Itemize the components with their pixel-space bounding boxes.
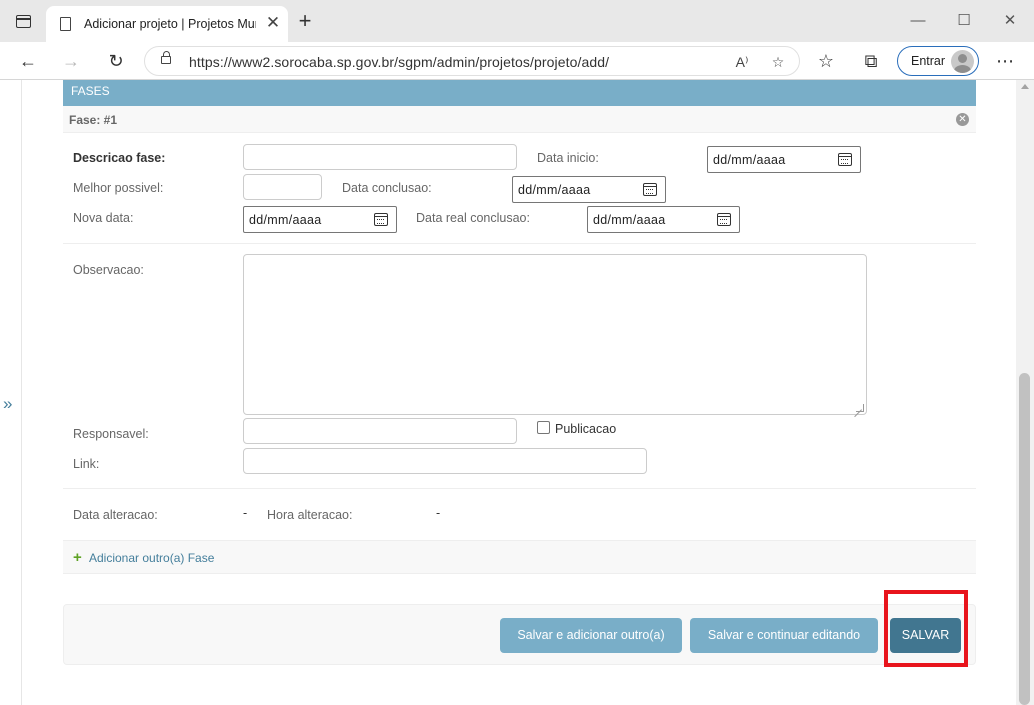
browser-tab[interactable]: Adicionar projeto | Projetos Municipais … — [46, 6, 288, 42]
read-aloud-icon[interactable]: A⁾ — [731, 51, 753, 73]
url-text[interactable]: https://www2.sorocaba.sp.gov.br/sgpm/adm… — [189, 54, 609, 70]
page-content: » FASES Fase: #1 ✕ Descricao fase: Data … — [0, 80, 1034, 705]
tab-title: Adicionar projeto | Projetos Municipais — [84, 17, 256, 31]
calendar-icon[interactable] — [374, 213, 388, 226]
add-another-row: + Adicionar outro(a) Fase — [63, 540, 976, 574]
melhor-possivel-label: Melhor possivel: — [73, 181, 164, 195]
hora-alteracao-label: Hora alteracao: — [267, 508, 353, 522]
hora-alteracao-value: - — [436, 506, 441, 520]
highlight-annotation — [884, 590, 968, 667]
expand-sidebar-button[interactable]: » — [3, 394, 12, 414]
data-alteracao-value: - — [243, 506, 248, 520]
doc-icon — [60, 17, 71, 31]
add-icon[interactable]: + — [73, 550, 82, 565]
add-another-fase-link[interactable]: Adicionar outro(a) Fase — [89, 551, 214, 565]
nova-data-input[interactable]: dd/mm/aaaa — [243, 206, 397, 233]
back-arrow-icon[interactable]: ← — [15, 49, 41, 73]
resize-handle[interactable] — [856, 404, 864, 412]
plus-icon[interactable]: + — [294, 10, 316, 32]
date-placeholder: dd/mm/aaaa — [593, 213, 666, 227]
descricao-fase-input[interactable] — [243, 144, 517, 170]
forward-arrow-icon[interactable]: → — [58, 49, 84, 73]
minimize-icon[interactable]: — — [906, 10, 930, 32]
window-icon[interactable] — [16, 15, 31, 28]
favorites-icon[interactable]: ☆ — [813, 49, 839, 73]
collections-icon[interactable]: ⧉ — [858, 49, 884, 73]
divider — [63, 243, 976, 244]
scroll-up-icon[interactable] — [1021, 84, 1029, 89]
avatar-icon — [951, 50, 974, 73]
lock-icon[interactable] — [161, 51, 171, 64]
add-favorite-icon[interactable]: ☆ — [767, 51, 789, 73]
more-icon[interactable]: ⋯ — [992, 49, 1018, 73]
maximize-icon[interactable]: ☐ — [952, 10, 976, 32]
save-add-another-button[interactable]: Salvar e adicionar outro(a) — [500, 618, 682, 653]
data-conclusao-input[interactable]: dd/mm/aaaa — [512, 176, 666, 203]
fase-title-row: Fase: #1 ✕ — [63, 106, 976, 133]
browser-titlebar: Adicionar projeto | Projetos Municipais … — [0, 0, 1034, 42]
nova-data-label: Nova data: — [73, 211, 134, 225]
link-input[interactable] — [243, 448, 647, 474]
melhor-possivel-input[interactable] — [243, 174, 322, 200]
close-icon[interactable]: ✕ — [264, 14, 282, 32]
fase-title: Fase: #1 — [69, 113, 118, 127]
save-continue-button[interactable]: Salvar e continuar editando — [690, 618, 878, 653]
descricao-fase-label: Descricao fase: — [73, 151, 166, 165]
nav-sidebar-collapsed: » — [0, 80, 22, 705]
address-bar[interactable]: https://www2.sorocaba.sp.gov.br/sgpm/adm… — [144, 46, 800, 76]
publicacao-label: Publicacao — [555, 422, 617, 436]
observacao-label: Observacao: — [73, 263, 144, 277]
data-alteracao-label: Data alteracao: — [73, 508, 158, 522]
link-label: Link: — [73, 457, 100, 471]
date-placeholder: dd/mm/aaaa — [249, 213, 322, 227]
data-conclusao-label: Data conclusao: — [342, 181, 432, 195]
scroll-thumb[interactable] — [1019, 373, 1030, 705]
publicacao-checkbox[interactable] — [537, 421, 550, 434]
browser-toolbar: ← → ↻ https://www2.sorocaba.sp.gov.br/sg… — [0, 42, 1034, 80]
close-window-icon[interactable]: ✕ — [998, 10, 1022, 32]
submit-row: Salvar e adicionar outro(a) Salvar e con… — [63, 604, 976, 665]
data-real-conclusao-label: Data real conclusao: — [416, 211, 530, 225]
responsavel-label: Responsavel: — [73, 427, 149, 441]
refresh-icon[interactable]: ↻ — [103, 49, 129, 73]
delete-inline-icon[interactable]: ✕ — [956, 113, 969, 126]
responsavel-input[interactable] — [243, 418, 517, 444]
data-real-conclusao-input[interactable]: dd/mm/aaaa — [587, 206, 740, 233]
signin-button[interactable]: Entrar — [897, 46, 979, 76]
divider — [63, 488, 976, 489]
date-placeholder: dd/mm/aaaa — [713, 153, 786, 167]
calendar-icon[interactable] — [643, 183, 657, 196]
scrollbar[interactable] — [1016, 80, 1034, 705]
observacao-textarea[interactable] — [243, 254, 867, 415]
signin-label: Entrar — [911, 54, 946, 68]
calendar-icon[interactable] — [717, 213, 731, 226]
date-placeholder: dd/mm/aaaa — [518, 183, 591, 197]
data-inicio-label: Data inicio: — [537, 151, 599, 165]
calendar-icon[interactable] — [838, 153, 852, 166]
data-inicio-input[interactable]: dd/mm/aaaa — [707, 146, 861, 173]
fases-header: FASES — [63, 80, 976, 106]
